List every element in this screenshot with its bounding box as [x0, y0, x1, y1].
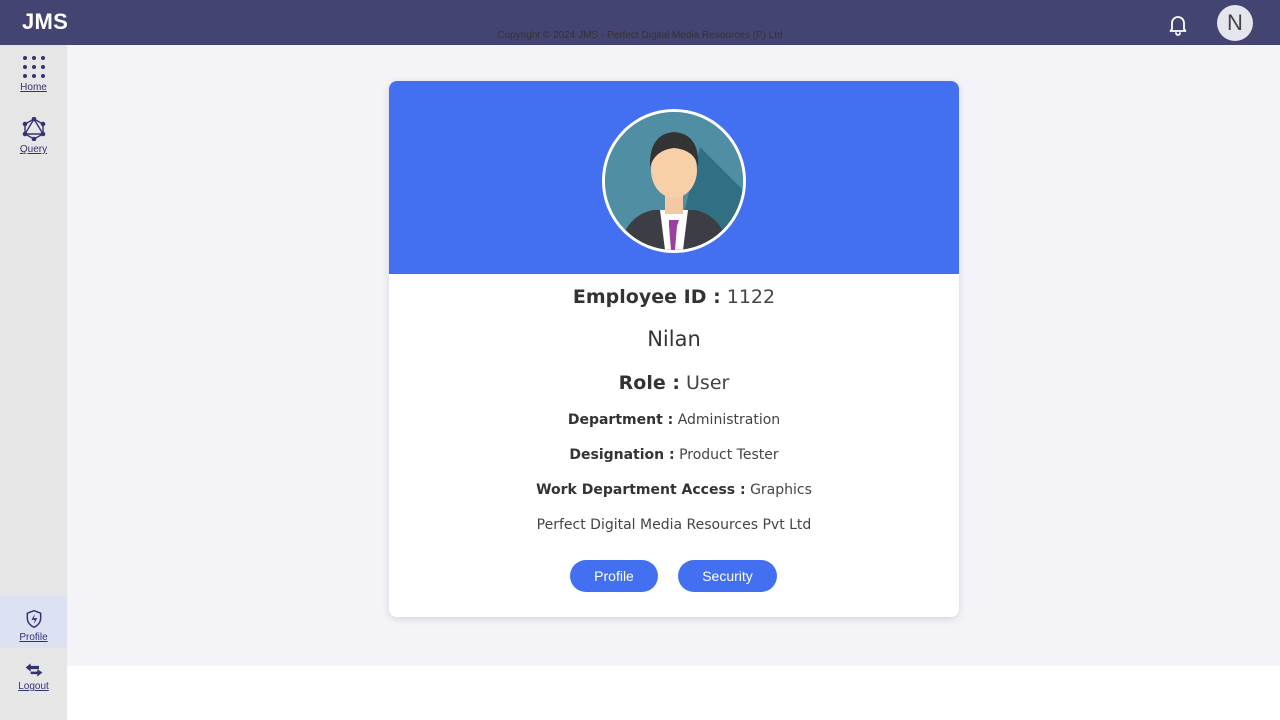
company-name: Perfect Digital Media Resources Pvt Ltd	[536, 517, 812, 533]
work-access-label: Work Department Access :	[536, 482, 746, 498]
footer	[67, 666, 1280, 720]
designation-label: Designation :	[569, 447, 675, 463]
designation-value: Product Tester	[679, 447, 779, 463]
sidebar-item-query[interactable]: Query	[0, 117, 67, 155]
employee-id-label: Employee ID :	[572, 286, 721, 308]
role-label: Role :	[618, 372, 680, 394]
security-button[interactable]: Security	[678, 560, 777, 592]
sidebar: Home Query Profile Logout	[0, 45, 67, 720]
employee-name: Nilan	[647, 327, 701, 351]
sidebar-item-label: Home	[20, 82, 47, 93]
graph-network-icon	[22, 117, 45, 141]
designation-line: Designation : Product Tester	[389, 447, 959, 463]
role-line: Role : User	[389, 372, 959, 394]
sidebar-item-label: Logout	[18, 681, 49, 692]
work-access-value: Graphics	[750, 482, 812, 498]
sidebar-item-profile[interactable]: Profile	[0, 596, 67, 648]
logout-arrows-icon	[25, 663, 42, 677]
employee-id-value: 1122	[726, 286, 776, 308]
grid-dots-icon	[22, 56, 45, 78]
department-line: Department : Administration	[389, 412, 959, 428]
profile-photo	[602, 109, 746, 253]
profile-button[interactable]: Profile	[570, 560, 658, 592]
sidebar-item-logout[interactable]: Logout	[0, 662, 67, 692]
profile-card-header	[389, 81, 959, 274]
role-value: User	[686, 372, 730, 394]
copyright-text: Copyright © 2024 JMS - Perfect Digital M…	[497, 30, 783, 41]
employee-id-line: Employee ID : 1122	[389, 286, 959, 308]
sidebar-item-label: Profile	[19, 632, 48, 643]
shield-bolt-icon	[26, 609, 41, 629]
sidebar-item-home[interactable]: Home	[0, 55, 67, 93]
profile-card: Employee ID : 1122 Nilan Role : User Dep…	[389, 81, 959, 617]
department-label: Department :	[567, 412, 674, 428]
work-access-line: Work Department Access : Graphics	[389, 482, 959, 498]
department-value: Administration	[677, 412, 781, 428]
sidebar-item-label: Query	[19, 144, 48, 155]
